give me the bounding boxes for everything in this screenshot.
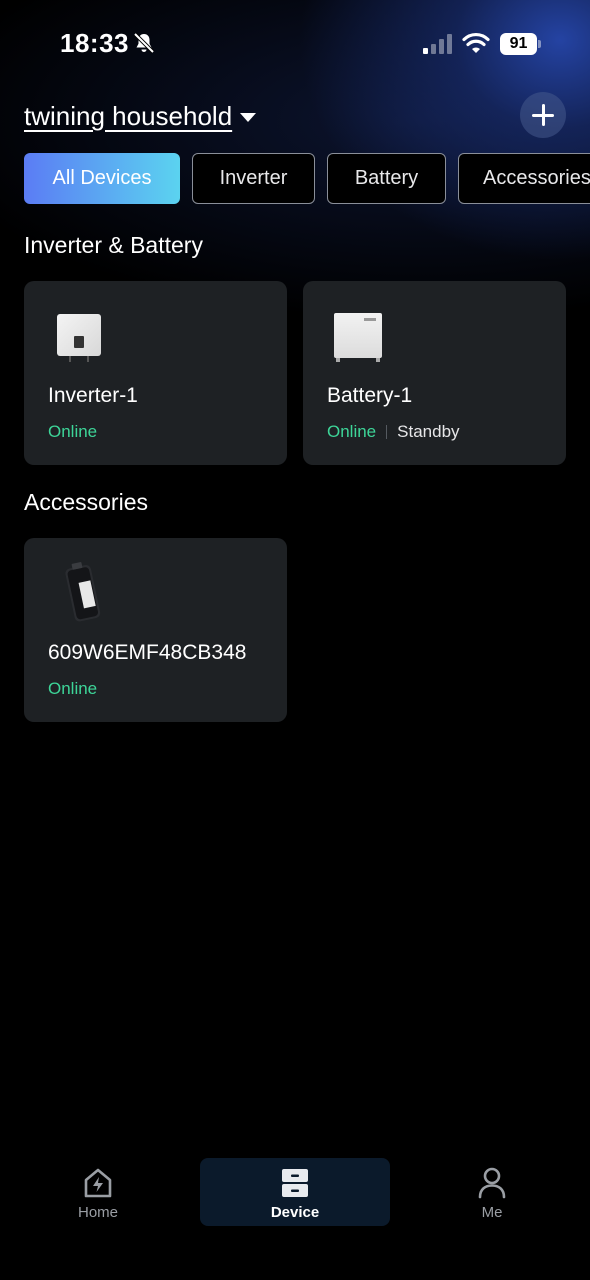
- battery-tip: [538, 40, 541, 48]
- online-status: Online: [327, 422, 377, 441]
- status-divider: [386, 425, 388, 439]
- device-card-inverter[interactable]: Inverter-1 Online: [24, 281, 287, 465]
- tab-accessories[interactable]: Accessories: [458, 153, 590, 204]
- device-status: Online: [48, 679, 97, 699]
- section-title-accessories: Accessories: [24, 489, 148, 515]
- online-status: Online: [48, 422, 98, 441]
- device-name: Inverter-1: [48, 384, 138, 407]
- nav-device-label: Device: [270, 1204, 320, 1221]
- standby-status: Standby: [397, 422, 460, 441]
- online-status: Online: [48, 679, 98, 698]
- device-status: Online Standby: [327, 422, 460, 442]
- device-card-accessory[interactable]: 609W6EMF48CB348 Online: [24, 538, 287, 722]
- battery-icon: 91: [500, 33, 542, 55]
- nav-home[interactable]: Home: [3, 1158, 193, 1226]
- nav-home-label: Home: [77, 1204, 118, 1221]
- status-bar: 18:33 91: [0, 0, 590, 88]
- device-name: Battery-1: [327, 384, 413, 407]
- battery-level: 91: [500, 33, 537, 55]
- device-name: 609W6EMF48CB348: [48, 641, 247, 664]
- bell-slash-icon: [133, 32, 155, 54]
- tab-inverter[interactable]: Inverter: [192, 153, 315, 204]
- section-title-inverter-battery: Inverter & Battery: [24, 232, 203, 258]
- cellular-signal-icon: [423, 34, 452, 54]
- device-status: Online: [48, 422, 97, 442]
- status-time: 18:33: [60, 28, 129, 58]
- household-selector[interactable]: twining household: [24, 98, 257, 134]
- wifi-icon: [462, 32, 490, 53]
- nav-me[interactable]: Me: [397, 1158, 587, 1226]
- battery-device-icon: [334, 313, 384, 363]
- user-icon: [478, 1167, 506, 1199]
- inverter-device-icon: [57, 314, 103, 364]
- device-server-icon: [282, 1169, 308, 1197]
- tab-battery[interactable]: Battery: [327, 153, 446, 204]
- caret-down-icon: [240, 112, 257, 122]
- tab-all-devices[interactable]: All Devices: [24, 153, 180, 204]
- nav-me-label: Me: [481, 1204, 503, 1221]
- household-name: twining household: [24, 100, 233, 131]
- dongle-device-icon: [65, 562, 101, 622]
- add-device-button[interactable]: [520, 92, 566, 138]
- home-bolt-icon: [84, 1168, 112, 1198]
- device-card-battery[interactable]: Battery-1 Online Standby: [303, 281, 566, 465]
- nav-device[interactable]: Device: [200, 1158, 390, 1226]
